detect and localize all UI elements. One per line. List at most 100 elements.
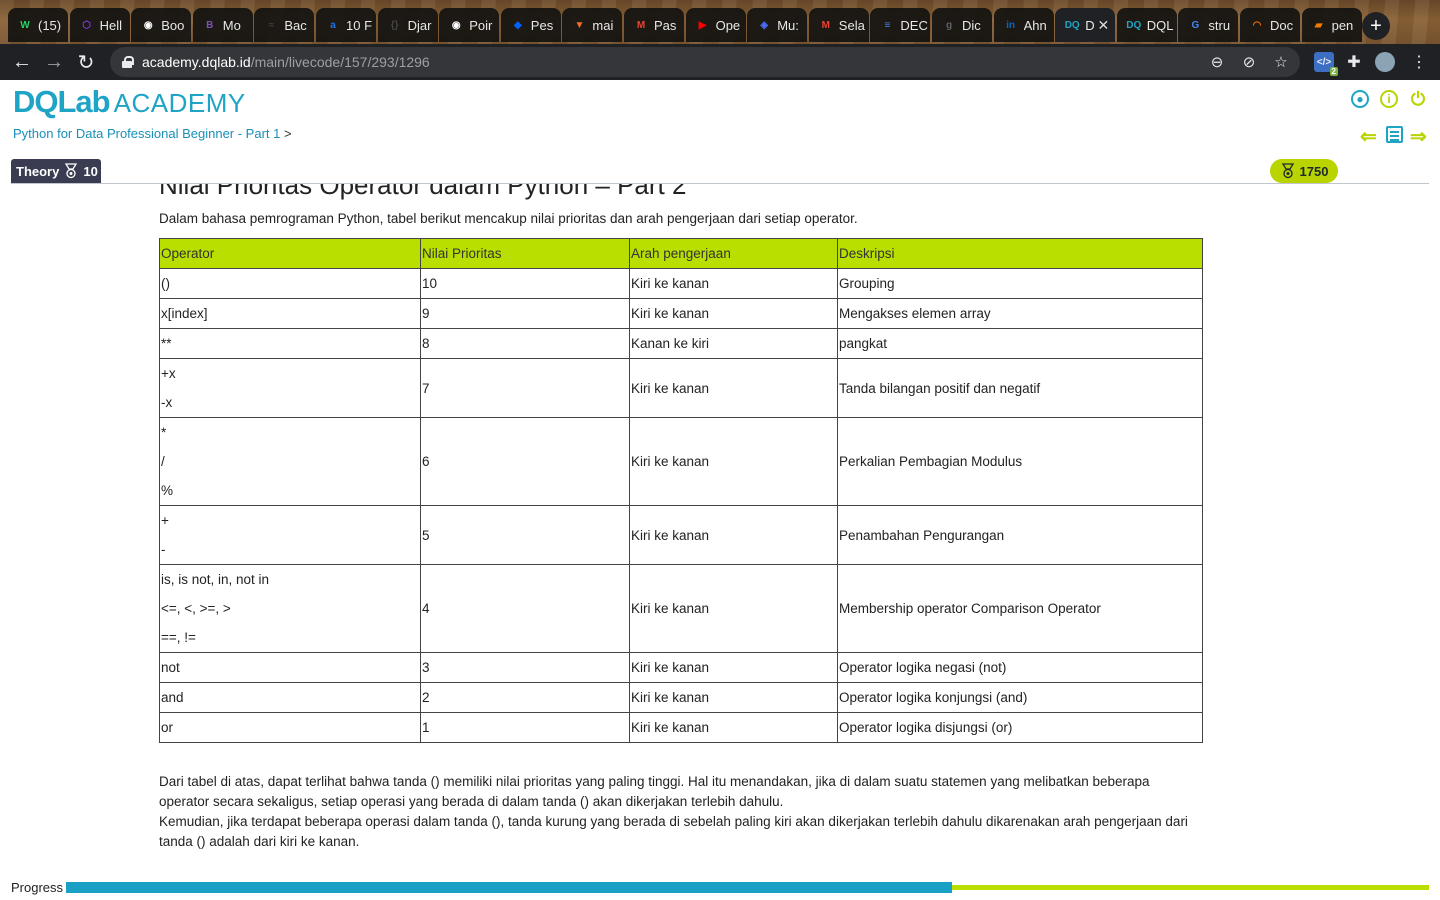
cell-description: Perkalian Pembagian Modulus [837,417,1203,506]
browser-tab[interactable]: ≈ Bac [254,8,315,42]
cell-direction: Kiri ke kanan [629,712,838,743]
browser-tab[interactable]: ≡ DEC [870,8,931,42]
profile-avatar[interactable] [1375,52,1395,72]
browser-tab[interactable]: M Sela [808,8,869,42]
forward-button[interactable]: → [42,50,66,74]
dqlab-logo[interactable]: DQLab ACADEMY [13,84,246,119]
browser-tab[interactable]: B Mo [192,8,253,42]
browser-tab[interactable]: ◉ Boo [131,8,192,42]
cell-priority: 7 [420,358,630,418]
youtube-icon: ▶ [698,19,707,31]
bootstrap-icon: B [206,19,214,31]
eye-off-icon[interactable]: ⊘ [1240,53,1258,71]
browser-tab[interactable]: g Dic [932,8,992,42]
cell-description: Operator logika disjungsi (or) [837,712,1203,743]
zoom-icon[interactable]: ⊖ [1208,53,1226,71]
browser-tab[interactable]: ⬡ Hell [69,8,130,42]
cell-direction: Kiri ke kanan [629,268,838,299]
tab-title: Poir [469,17,493,33]
cell-priority: 10 [420,268,630,299]
operator-line: / [161,454,165,469]
browser-tab[interactable]: ◈ Mu: [747,8,808,42]
browser-tab[interactable]: Gstru [1178,8,1239,42]
cell-operator: + - [159,505,421,565]
arc-icon: ◠ [1252,19,1262,31]
browser-tab[interactable]: in Ahn [993,8,1054,42]
lock-icon[interactable] [122,56,134,68]
linkedin-icon: in [1006,19,1016,31]
logo-sub-text: ACADEMY [113,88,246,118]
operator-line: () [161,276,170,291]
info-icon[interactable]: i [1380,90,1398,108]
browser-tab[interactable]: W (15) [8,8,68,42]
browser-tab[interactable]: DQ D ✕ [1055,8,1116,42]
operator-line: is, is not, in, not in [161,572,270,587]
operator-line: - [161,542,166,557]
cell-priority: 9 [420,298,630,329]
reload-button[interactable]: ↻ [74,50,98,74]
cell-operator: * /% [159,417,421,506]
explanation-paragraph-2: Kemudian, jika terdapat beberapa operasi… [159,814,1188,849]
cell-priority: 4 [420,564,630,653]
tab-title: Dic [962,17,981,33]
cell-description: Operator logika negasi (not) [837,652,1203,683]
column-header-priority: Nilai Prioritas [420,238,630,269]
power-logout-icon[interactable]: ⏻ [1409,89,1427,109]
book-icon: ▰ [1314,19,1323,31]
browser-tab[interactable]: a 10 F [316,8,376,42]
globe-icon: ◉ [143,19,153,31]
tab-title: Djar [407,17,432,33]
extensions-puzzle-icon[interactable]: ✚ [1344,52,1364,72]
tab-title: pen [1331,17,1354,33]
progress-fill [66,882,952,893]
cell-direction: Kiri ke kanan [629,564,838,653]
cell-operator: and [159,682,421,713]
bookmark-star-icon[interactable]: ☆ [1272,53,1290,71]
lesson-list-icon[interactable] [1386,126,1403,143]
browser-tab[interactable]: M Pas [624,8,684,42]
tab-title: Hell [99,17,122,33]
back-button[interactable]: ← [10,50,34,74]
table-body: () 10 Kiri ke kanan Grouping x[index] 9 Kiri k… [159,268,1203,743]
score-badge: 1750 [1270,159,1338,183]
code-extension-icon[interactable]: </> 2 [1314,52,1338,76]
tab-title: Ahn [1023,17,1047,33]
cell-priority: 8 [420,328,630,359]
cell-description: Operator logika konjungsi (and) [837,682,1203,713]
table-header-row: Operator Nilai Prioritas Arah pengerjaan… [159,238,1203,269]
cell-operator: x[index] [159,298,421,329]
next-arrow-icon[interactable]: ⇒ [1410,124,1427,149]
url-path: /main/livecode/157/293/1296 [250,54,430,70]
user-profile-icon[interactable]: ● [1351,90,1369,108]
table-row: + -5 Kiri ke kanan Penambahan Pengurangan [159,505,1203,565]
cell-direction: Kiri ke kanan [629,298,838,329]
browser-tab[interactable]: ◠ Doc [1240,8,1300,42]
address-bar[interactable]: academy.dqlab.id/main/livecode/157/293/1… [110,47,1300,77]
cell-operator: or [159,712,421,743]
new-tab-button[interactable]: + [1362,12,1390,40]
browser-menu-icon[interactable]: ⋮ [1409,52,1429,72]
browser-tab[interactable]: ▰ pen [1301,8,1362,42]
table-row: is, is not, in, not in <=, <, >=, > ==, !=… [159,564,1203,653]
close-tab-icon[interactable]: ✕ [1097,17,1109,34]
lesson-content[interactable]: Nilai Prioritas Operator dalam Python – … [11,184,1429,870]
browser-tab[interactable]: {} Djar [377,8,438,42]
breadcrumb-course-link[interactable]: Python for Data Professional Beginner - … [13,126,280,141]
tab-title: DEC [900,17,928,33]
cell-direction: Kiri ke kanan [629,682,838,713]
operator-line: and [161,690,184,705]
browser-tab[interactable]: DQ DQL [1116,8,1177,42]
cell-operator: () [159,268,421,299]
browser-tab[interactable]: ◆ Pes [500,8,561,42]
tab-title: Pes [530,17,554,33]
cell-direction: Kiri ke kanan [629,505,838,565]
explanation-paragraph-1: Dari tabel di atas, dapat terlihat bahwa… [159,774,1150,809]
previous-arrow-icon[interactable]: ⇐ [1360,124,1377,149]
browser-tab[interactable]: ▶ Ope [685,8,746,42]
browser-tab[interactable]: ▼ mai [562,8,623,42]
browser-tab[interactable]: ◉ Poir [439,8,500,42]
table-row: and 2 Kiri ke kanan Operator logika konjung… [159,682,1203,713]
cell-description: Membership operator Comparison Operator [837,564,1203,653]
g-icon: g [945,19,953,31]
table-row: ** 8 Kanan ke kiri pangkat [159,328,1203,359]
